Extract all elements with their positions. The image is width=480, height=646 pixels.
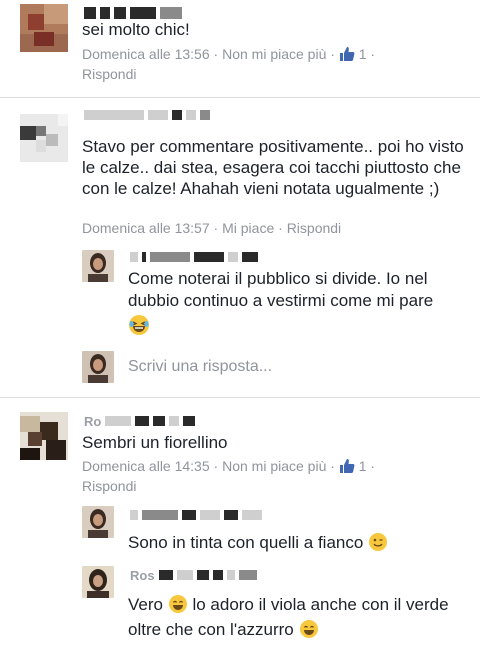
reply-input[interactable]: Scrivi una risposta... <box>128 358 272 376</box>
like-count[interactable]: 1 <box>359 46 367 62</box>
comment-text: sei molto chic! <box>82 20 190 39</box>
comment-time[interactable]: Domenica alle 13:56 <box>82 46 210 62</box>
reply-link[interactable]: Rispondi <box>287 220 341 236</box>
commenter-name-text[interactable]: Ro <box>84 414 101 429</box>
reply-author-name[interactable] <box>130 508 262 522</box>
reply-text: Come noterai il pubblico si divide. Io n… <box>128 268 468 335</box>
thumbs-up-icon <box>339 458 355 474</box>
like-link[interactable]: Mi piace <box>222 220 274 236</box>
comment-meta: Domenica alle 13:56 · Non mi piace più ·… <box>82 46 376 82</box>
reply-link[interactable]: Rispondi <box>82 478 136 494</box>
avatar[interactable] <box>20 114 68 162</box>
reply-text-body: Come noterai il pubblico si divide. Io n… <box>128 269 434 310</box>
winking-emoji <box>368 532 388 552</box>
laughing-emoji <box>128 314 149 335</box>
comment-meta: Domenica alle 14:35 · Non mi piace più ·… <box>82 458 376 494</box>
reply-text: Vero lo adoro il viola anche con il verd… <box>128 592 468 642</box>
unlike-link[interactable]: Non mi piace più <box>222 458 326 474</box>
avatar <box>82 351 114 383</box>
reply-text-body: Sono in tinta con quelli a fianco <box>128 533 364 552</box>
comment-text: Sembri un fiorellino <box>82 433 228 452</box>
avatar[interactable] <box>82 566 114 598</box>
smiling-emoji <box>168 594 188 614</box>
reply-text-body: Vero <box>128 595 163 614</box>
reply-link[interactable]: Rispondi <box>82 66 136 82</box>
thumbs-up-icon <box>339 46 355 62</box>
divider <box>0 397 480 398</box>
commenter-name[interactable] <box>84 108 210 122</box>
commenter-name[interactable] <box>84 6 182 20</box>
unlike-link[interactable]: Non mi piace più <box>222 46 326 62</box>
reply-author-name-text[interactable]: Ros <box>130 568 155 583</box>
reply-text: Sono in tinta con quelli a fianco <box>128 532 468 553</box>
smiling-emoji <box>299 619 319 639</box>
reply-author-name[interactable]: Ros <box>130 568 257 583</box>
reply-author-name[interactable] <box>130 250 258 264</box>
comment-meta: Domenica alle 13:57 · Mi piace · Rispond… <box>82 220 342 236</box>
avatar[interactable] <box>82 506 114 538</box>
divider <box>0 97 480 98</box>
comment-time[interactable]: Domenica alle 14:35 <box>82 458 210 474</box>
like-count[interactable]: 1 <box>359 458 367 474</box>
commenter-name[interactable]: Ro <box>84 414 196 429</box>
comment-text: Stavo per commentare positivamente.. poi… <box>82 137 464 198</box>
comment-time[interactable]: Domenica alle 13:57 <box>82 220 210 236</box>
avatar[interactable] <box>82 250 114 282</box>
avatar[interactable] <box>20 412 68 460</box>
avatar[interactable] <box>20 4 68 52</box>
